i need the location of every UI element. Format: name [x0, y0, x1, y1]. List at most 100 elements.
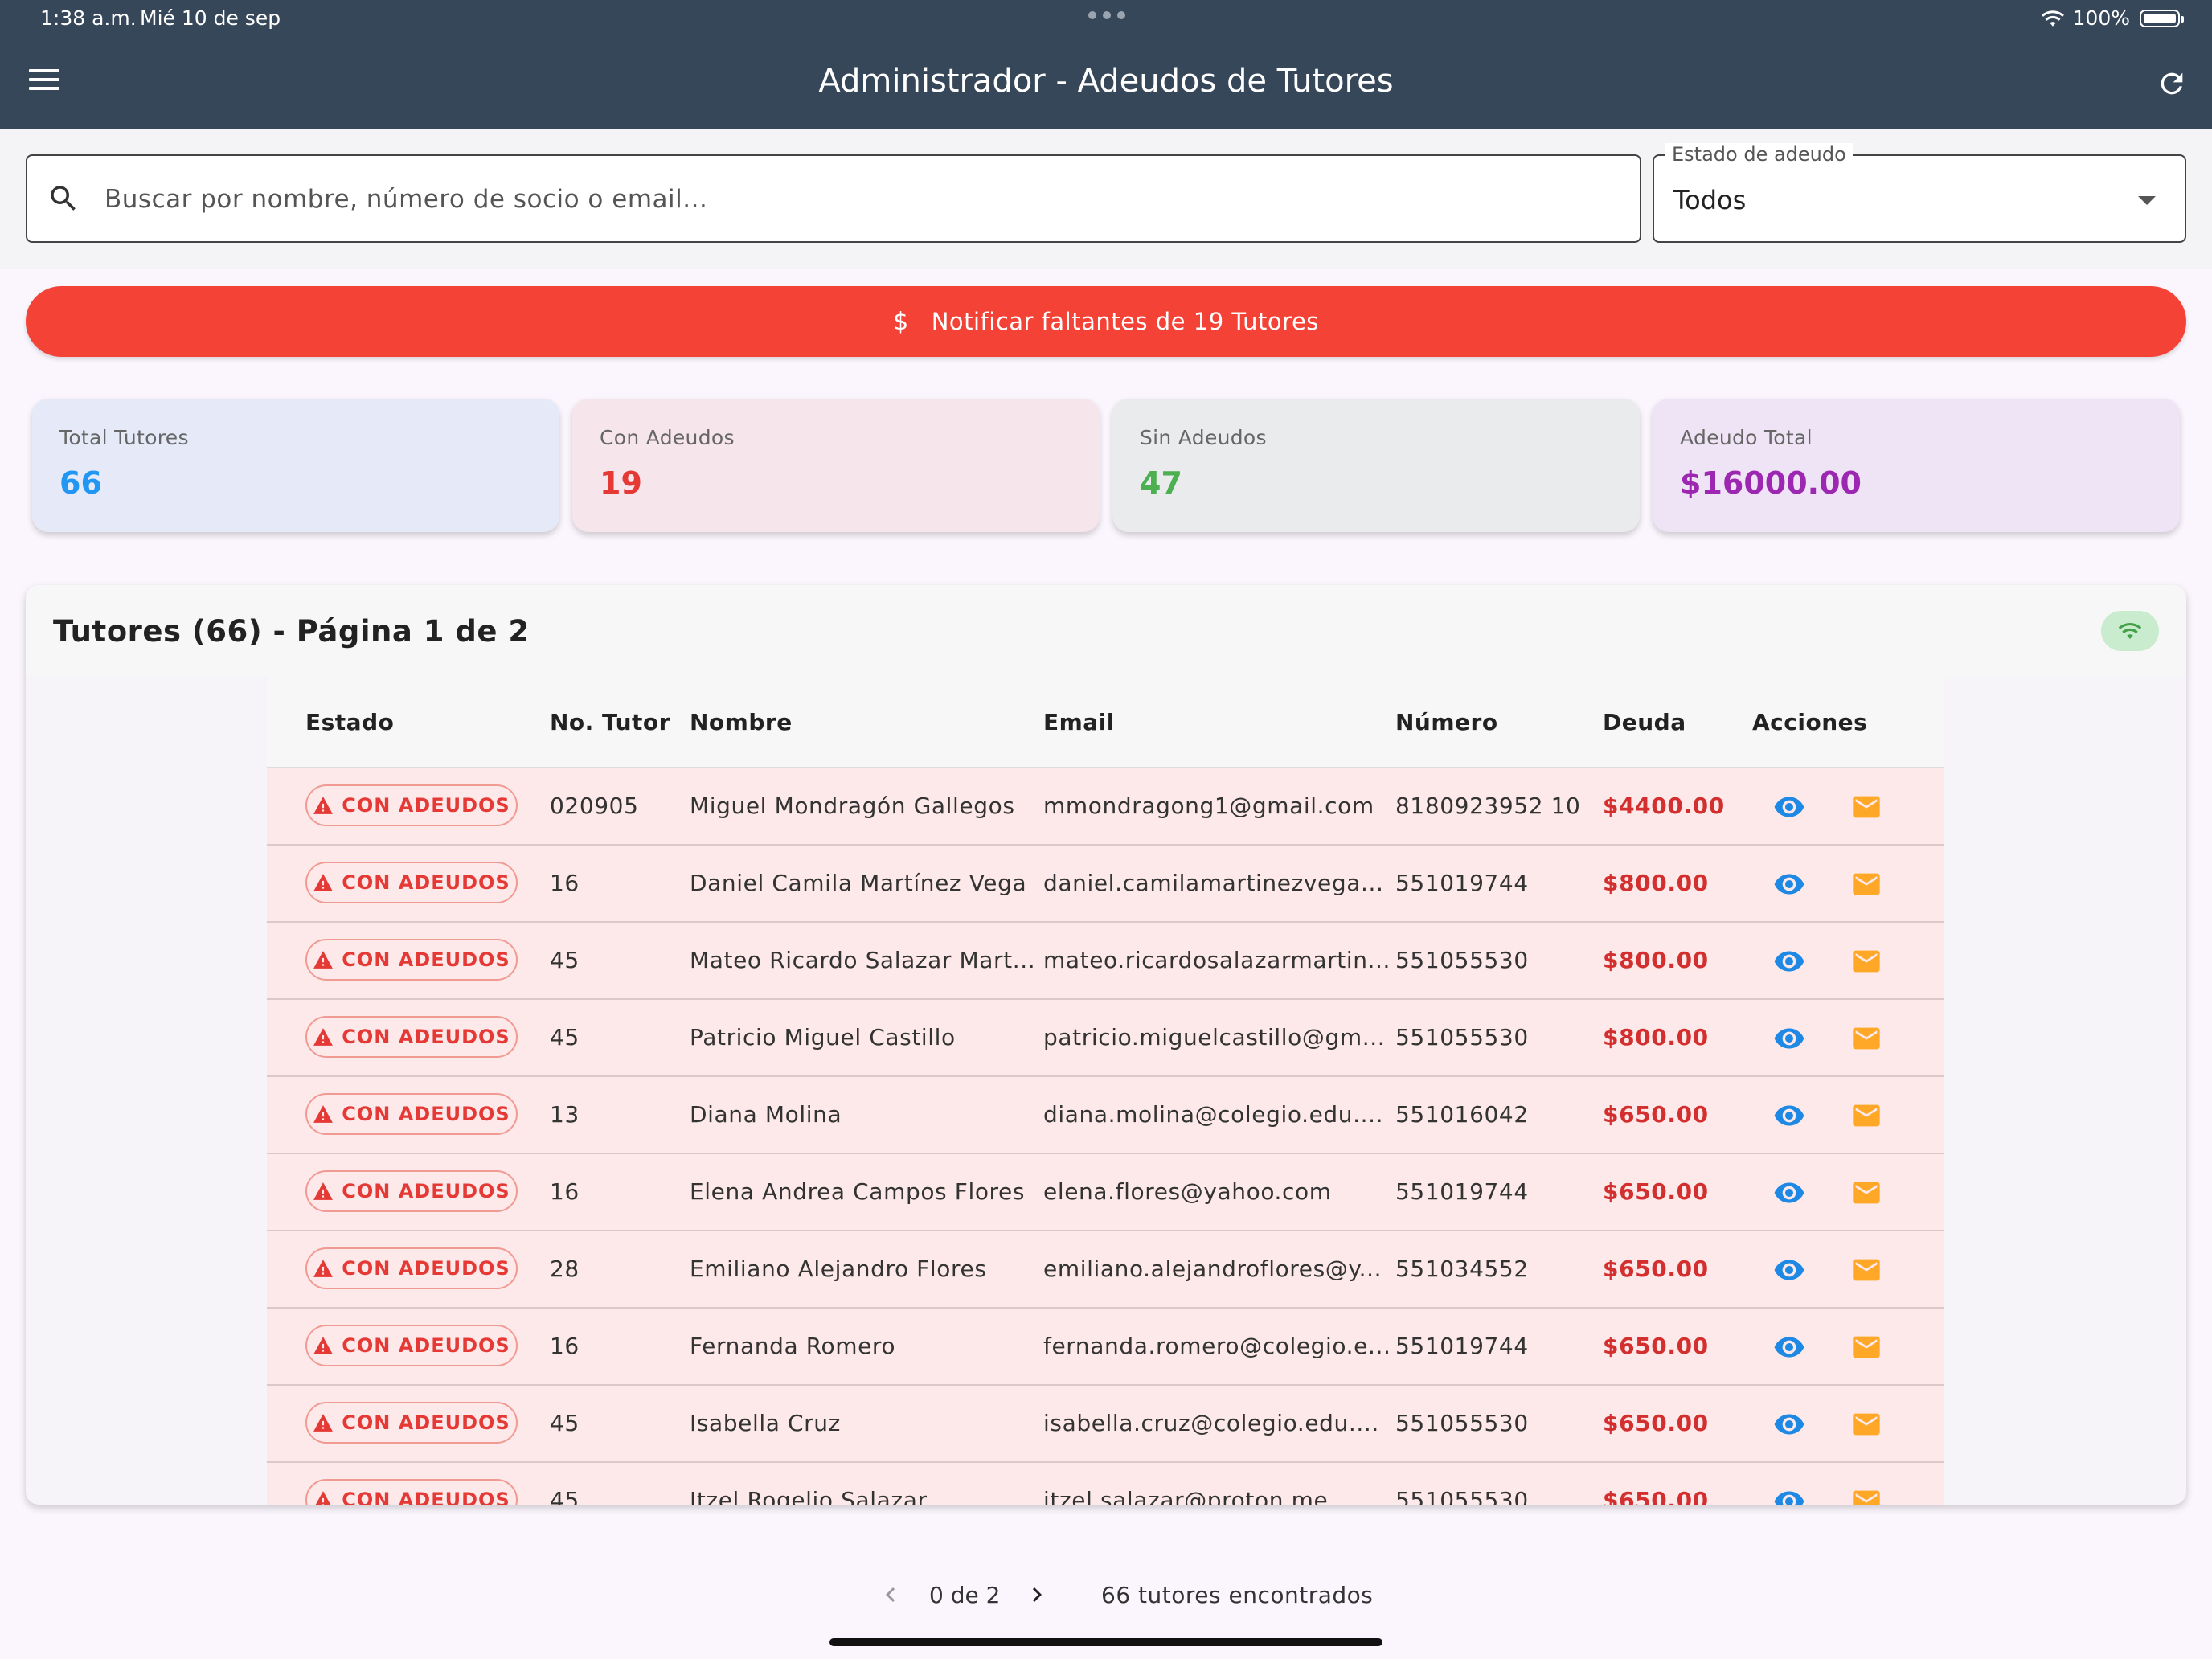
send-email-icon[interactable]: [1849, 1100, 1884, 1132]
column-header[interactable]: Email: [1043, 709, 1115, 735]
stat-card-total-debt: Adeudo Total $16000.00: [1653, 399, 2180, 532]
filter-bar: Buscar por nombre, número de socio o ema…: [0, 129, 2212, 269]
multitasking-dots-icon[interactable]: [1088, 11, 1125, 21]
column-header[interactable]: No. Tutor: [550, 709, 670, 735]
view-eye-icon[interactable]: [1772, 868, 1807, 900]
battery-percent: 100%: [2072, 6, 2130, 30]
send-email-icon[interactable]: [1849, 791, 1884, 823]
tutors-panel: Tutores (66) - Página 1 de 2 Estado No. …: [26, 585, 2186, 1505]
column-header[interactable]: Nombre: [690, 709, 793, 735]
warning-icon: [313, 1182, 334, 1200]
column-header[interactable]: Número: [1395, 709, 1498, 735]
table-row[interactable]: CON ADEUDOS 16 Daniel Camila Martínez Vega…: [267, 846, 1944, 923]
stat-label: Con Adeudos: [600, 426, 735, 449]
tutor-number: 45: [550, 947, 580, 973]
column-header[interactable]: Estado: [305, 709, 394, 735]
page-title: Administrador - Adeudos de Tutores: [818, 63, 1394, 100]
view-eye-icon[interactable]: [1772, 945, 1807, 977]
stat-value: $16000.00: [1680, 465, 1862, 501]
view-eye-icon[interactable]: [1772, 1408, 1807, 1440]
view-eye-icon[interactable]: [1772, 1022, 1807, 1055]
tutor-number: 16: [550, 1333, 580, 1359]
search-input[interactable]: Buscar por nombre, número de socio o ema…: [26, 154, 1641, 243]
tutor-debt: $650.00: [1603, 1101, 1709, 1128]
table-row[interactable]: CON ADEUDOS 45 Isabella Cruz isabella.cruz@…: [267, 1386, 1944, 1463]
tutor-email: emiliano.alejandroflores@y...: [1043, 1256, 1382, 1282]
view-eye-icon[interactable]: [1772, 1177, 1807, 1209]
status-badge: CON ADEUDOS: [305, 862, 518, 903]
stat-label: Adeudo Total: [1680, 426, 1813, 449]
debt-state-value: Todos: [1673, 185, 1747, 215]
send-email-icon[interactable]: [1849, 1408, 1884, 1440]
tutor-phone: 551055530: [1395, 1487, 1529, 1505]
warning-icon: [313, 1414, 334, 1432]
table-row[interactable]: CON ADEUDOS 16 Fernanda Romero fernanda.rom…: [267, 1309, 1944, 1386]
tutor-phone: 551016042: [1395, 1101, 1529, 1128]
table-row[interactable]: CON ADEUDOS 13 Diana Molina diana.molina@co…: [267, 1077, 1944, 1154]
view-eye-icon[interactable]: [1772, 1254, 1807, 1286]
view-eye-icon[interactable]: [1772, 1485, 1807, 1505]
tutor-phone: 551019744: [1395, 870, 1529, 896]
table-row[interactable]: CON ADEUDOS 45 Patricio Miguel Castillo pat…: [267, 1000, 1944, 1077]
status-badge: CON ADEUDOS: [305, 1479, 518, 1505]
table-row[interactable]: CON ADEUDOS 16 Elena Andrea Campos Flores e…: [267, 1154, 1944, 1231]
tutor-name: Patricio Miguel Castillo: [690, 1024, 956, 1051]
tutor-debt: $650.00: [1603, 1178, 1709, 1205]
tutor-name: Isabella Cruz: [690, 1410, 841, 1436]
tutor-phone: 8180923952 10: [1395, 793, 1581, 819]
table-row[interactable]: CON ADEUDOS 28 Emiliano Alejandro Flores em…: [267, 1231, 1944, 1309]
status-badge: CON ADEUDOS: [305, 784, 518, 826]
pagination: 0 de 2 66 tutores encontrados: [0, 1575, 2212, 1616]
tutor-debt: $650.00: [1603, 1410, 1709, 1436]
send-email-icon[interactable]: [1849, 868, 1884, 900]
refresh-icon[interactable]: [2156, 68, 2188, 100]
tutor-debt: $800.00: [1603, 947, 1709, 973]
tutor-number: 13: [550, 1101, 580, 1128]
send-email-icon[interactable]: [1849, 1177, 1884, 1209]
send-email-icon[interactable]: [1849, 945, 1884, 977]
tutor-number: 45: [550, 1487, 580, 1505]
table-header: Estado No. Tutor Nombre Email Número Deu…: [267, 677, 1944, 768]
home-indicator[interactable]: [830, 1638, 1382, 1646]
send-email-icon[interactable]: [1849, 1254, 1884, 1286]
stat-value: 66: [59, 465, 102, 501]
status-badge-label: CON ADEUDOS: [342, 1489, 510, 1505]
table-row[interactable]: CON ADEUDOS 020905 Miguel Mondragón Galleg…: [267, 768, 1944, 846]
send-email-icon[interactable]: [1849, 1331, 1884, 1363]
status-badge-label: CON ADEUDOS: [342, 1180, 510, 1202]
warning-icon: [313, 797, 334, 814]
send-email-icon[interactable]: [1849, 1485, 1884, 1505]
stat-value: 47: [1140, 465, 1182, 501]
wifi-icon: [2118, 623, 2142, 639]
column-header[interactable]: Deuda: [1603, 709, 1686, 735]
status-badge: CON ADEUDOS: [305, 1016, 518, 1058]
status-indicators: 100%: [2041, 6, 2184, 30]
tutor-phone: 551055530: [1395, 947, 1529, 973]
stat-card-with-debt: Con Adeudos 19: [572, 399, 1100, 532]
warning-icon: [313, 874, 334, 891]
panel-header: Tutores (66) - Página 1 de 2: [26, 585, 2186, 677]
page-indicator: 0 de 2: [929, 1582, 1001, 1608]
tutor-debt: $650.00: [1603, 1487, 1709, 1505]
view-eye-icon[interactable]: [1772, 791, 1807, 823]
tutor-name: Itzel Rogelio Salazar: [690, 1487, 928, 1505]
table-row[interactable]: CON ADEUDOS 45 Itzel Rogelio Salazar itzel.…: [267, 1463, 1944, 1505]
debt-state-select[interactable]: Estado de adeudo Todos: [1653, 143, 2186, 243]
chevron-right-icon[interactable]: [1022, 1580, 1051, 1609]
tutor-email: isabella.cruz@colegio.edu....: [1043, 1410, 1379, 1436]
view-eye-icon[interactable]: [1772, 1331, 1807, 1363]
tutor-email: fernanda.romero@colegio.e...: [1043, 1333, 1391, 1359]
status-badge-label: CON ADEUDOS: [342, 1411, 510, 1434]
send-email-icon[interactable]: [1849, 1022, 1884, 1055]
notify-missing-button[interactable]: $ Notificar faltantes de 19 Tutores: [26, 286, 2186, 357]
tutor-name: Daniel Camila Martínez Vega: [690, 870, 1027, 896]
view-eye-icon[interactable]: [1772, 1100, 1807, 1132]
tutor-name: Mateo Ricardo Salazar Mart...: [690, 947, 1036, 973]
tutor-email: daniel.camilamartinezvega...: [1043, 870, 1384, 896]
table-row[interactable]: CON ADEUDOS 45 Mateo Ricardo Salazar Mart.…: [267, 923, 1944, 1000]
chevron-left-icon[interactable]: [876, 1580, 905, 1609]
status-badge-label: CON ADEUDOS: [342, 794, 510, 817]
tutor-debt: $800.00: [1603, 1024, 1709, 1051]
warning-icon: [313, 1337, 334, 1354]
status-badge: CON ADEUDOS: [305, 1325, 518, 1366]
